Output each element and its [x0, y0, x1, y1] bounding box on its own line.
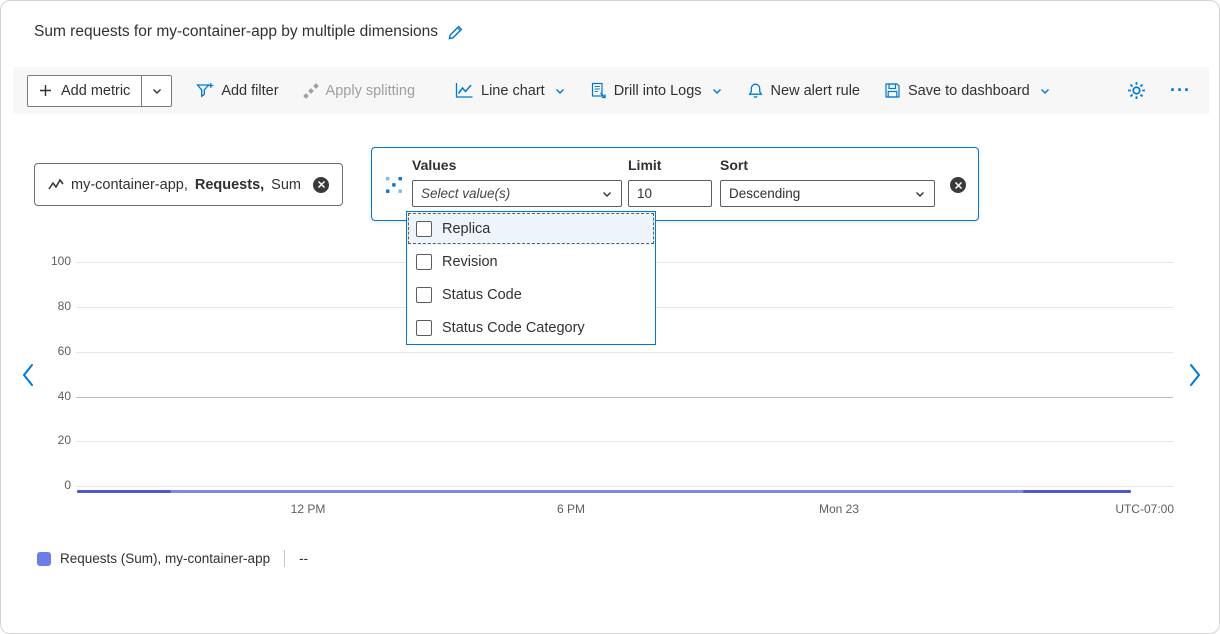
timezone-label: UTC-07:00: [1093, 502, 1174, 516]
chart-title: Sum requests for my-container-app by mul…: [34, 23, 438, 41]
add-metric-button[interactable]: Add metric: [27, 75, 172, 107]
metrics-explorer-page: Sum requests for my-container-app by mul…: [0, 0, 1220, 634]
chart-type-button[interactable]: Line chart: [455, 82, 566, 99]
option-label: Replica: [442, 221, 490, 237]
chevron-down-icon: [554, 85, 566, 97]
line-chart-icon: [455, 82, 474, 99]
option-label: Revision: [442, 254, 498, 270]
add-metric-label: Add metric: [61, 83, 130, 99]
checkbox-icon[interactable]: [416, 320, 432, 336]
dropdown-option-status-code-category[interactable]: Status Code Category: [407, 311, 655, 344]
y-tick-label: 20: [29, 433, 71, 447]
x-tick-label: 12 PM: [273, 502, 343, 516]
splitting-icon: [303, 83, 319, 99]
apply-splitting-button[interactable]: Apply splitting: [303, 83, 415, 99]
checkbox-icon[interactable]: [416, 254, 432, 270]
legend-series-label[interactable]: Requests (Sum), my-container-app: [60, 551, 270, 566]
gridline: [76, 397, 1173, 398]
gridline: [76, 486, 1173, 487]
metric-pill-metric: Requests,: [195, 177, 264, 193]
x-tick-label: 6 PM: [536, 502, 606, 516]
gear-icon: [1127, 81, 1146, 100]
values-select[interactable]: Select value(s): [412, 180, 622, 207]
scroll-right-button[interactable]: [1188, 362, 1202, 393]
dropdown-option-status-code[interactable]: Status Code: [407, 278, 655, 311]
sort-value: Descending: [729, 186, 800, 201]
add-filter-button[interactable]: Add filter: [196, 82, 278, 99]
drill-into-logs-button[interactable]: Drill into Logs: [590, 82, 723, 99]
settings-button[interactable]: [1127, 81, 1146, 100]
save-icon: [884, 82, 901, 99]
scroll-left-button[interactable]: [21, 362, 35, 393]
y-tick-label: 100: [29, 254, 71, 268]
option-label: Status Code Category: [442, 320, 585, 336]
new-alert-rule-button[interactable]: New alert rule: [747, 82, 860, 99]
chart-title-row: Sum requests for my-container-app by mul…: [34, 22, 464, 41]
save-to-dashboard-button[interactable]: Save to dashboard: [884, 82, 1051, 99]
y-tick-label: 40: [29, 389, 71, 403]
legend-separator: [284, 550, 285, 567]
dropdown-option-revision[interactable]: Revision: [407, 245, 655, 278]
save-to-dashboard-label: Save to dashboard: [908, 83, 1030, 99]
add-metric-dropdown-button[interactable]: [141, 76, 171, 106]
option-label: Status Code: [442, 287, 522, 303]
series-line-segment: [77, 490, 171, 493]
checkbox-icon[interactable]: [416, 221, 432, 237]
metric-pill-resource: my-container-app,: [71, 177, 188, 193]
new-alert-rule-label: New alert rule: [771, 83, 860, 99]
gridline: [76, 352, 1173, 353]
chart-legend: Requests (Sum), my-container-app --: [37, 550, 308, 567]
limit-label: Limit: [628, 157, 712, 173]
values-dropdown: Replica Revision Status Code Status Code…: [406, 211, 656, 345]
checkbox-icon[interactable]: [416, 287, 432, 303]
values-field: Values Select value(s): [412, 157, 622, 207]
command-bar: Add metric Add filter Apply splitting: [13, 67, 1209, 114]
apply-splitting-label: Apply splitting: [326, 83, 415, 99]
sort-select[interactable]: Descending: [720, 180, 935, 207]
y-tick-label: 80: [29, 299, 71, 313]
plus-icon: [39, 84, 52, 97]
y-tick-label: 60: [29, 344, 71, 358]
metric-pill[interactable]: my-container-app, Requests, Sum: [34, 163, 343, 206]
splitting-panel: Values Select value(s) Limit Sort Descen…: [371, 147, 979, 221]
edit-title-icon[interactable]: [447, 24, 464, 41]
more-options-button[interactable]: ···: [1170, 80, 1195, 101]
series-line-segment: [1023, 490, 1131, 493]
drill-into-logs-label: Drill into Logs: [614, 83, 702, 99]
filter-icon: [196, 82, 214, 99]
chevron-down-icon: [1039, 85, 1051, 97]
x-tick-label: Mon 23: [804, 502, 874, 516]
sort-field: Sort Descending: [720, 157, 935, 207]
values-label: Values: [412, 157, 622, 173]
split-dimension-icon: [384, 175, 404, 195]
limit-input[interactable]: [628, 180, 712, 207]
y-tick-label: 0: [29, 478, 71, 492]
gridline: [76, 441, 1173, 442]
sort-label: Sort: [720, 157, 935, 173]
values-placeholder: Select value(s): [421, 186, 510, 201]
sparkline-icon: [48, 178, 64, 191]
chevron-down-icon: [711, 85, 723, 97]
remove-metric-button[interactable]: [313, 177, 329, 193]
legend-series-value: --: [299, 551, 308, 566]
dropdown-option-replica[interactable]: Replica: [407, 212, 655, 245]
remove-splitting-button[interactable]: [950, 177, 966, 193]
add-filter-label: Add filter: [221, 83, 278, 99]
logs-icon: [590, 82, 607, 99]
metric-pill-aggregation: Sum: [271, 177, 301, 193]
alert-icon: [747, 82, 764, 99]
series-line: [77, 490, 1131, 493]
chevron-down-icon: [601, 188, 613, 200]
chart-type-label: Line chart: [481, 83, 545, 99]
chevron-down-icon: [914, 188, 926, 200]
series-color-swatch: [37, 552, 51, 566]
limit-field: Limit: [628, 157, 712, 207]
